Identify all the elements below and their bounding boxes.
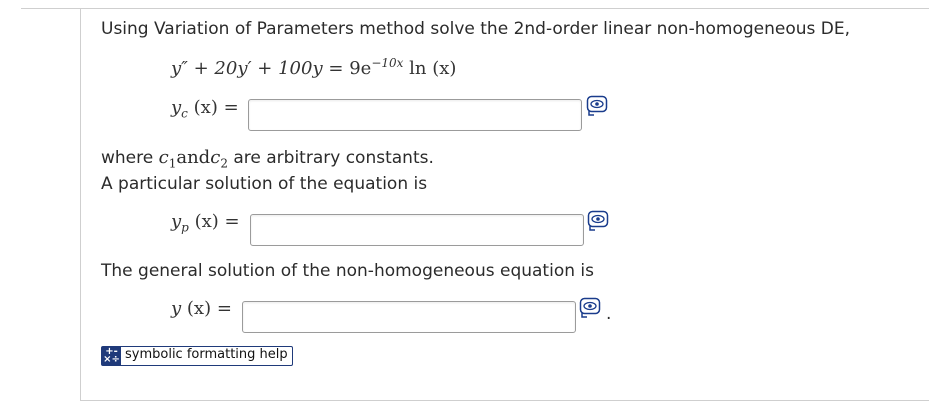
yp-label: yp (x) = — [171, 211, 240, 235]
yc-answer-input[interactable] — [248, 99, 582, 131]
equation-equals: = — [328, 58, 344, 79]
plus-minus-times-icon: +- ×÷ — [102, 346, 121, 365]
y-answer-input[interactable] — [242, 301, 576, 333]
y-preview-button[interactable] — [579, 297, 601, 318]
panel-top-border — [21, 8, 929, 9]
y-label: y (x) = — [171, 298, 232, 319]
eye-preview-icon — [579, 297, 601, 318]
panel-bottom-border — [80, 400, 929, 401]
equation-rhs-exponent: −10x — [371, 56, 404, 70]
particular-intro: A particular solution of the equation is — [101, 174, 428, 194]
equation-rhs-log: ln (x) — [403, 58, 457, 79]
general-intro: The general solution of the non-homogene… — [101, 261, 594, 281]
yc-label: yc (x) = — [171, 97, 239, 121]
yc-preview-button[interactable] — [586, 95, 608, 116]
eye-preview-icon — [586, 95, 608, 116]
differential-equation: y″ + 20y′ + 100y = 9e−10x ln (x) — [171, 52, 456, 80]
equation-rhs-coefficient: 9e — [349, 58, 372, 79]
eye-preview-icon — [587, 210, 609, 231]
equation-lhs: y″ + 20y′ + 100y — [171, 58, 323, 79]
question-intro: Using Variation of Parameters method sol… — [101, 19, 851, 39]
help-label: symbolic formatting help — [125, 347, 288, 362]
trailing-period: . — [606, 304, 612, 324]
constants-note: where c1andc2 are arbitrary constants. — [101, 147, 434, 171]
yp-preview-button[interactable] — [587, 210, 609, 231]
yp-answer-input[interactable] — [250, 214, 584, 246]
symbolic-formatting-help-button[interactable]: +- ×÷ symbolic formatting help — [101, 346, 293, 366]
panel-left-border — [80, 8, 81, 400]
